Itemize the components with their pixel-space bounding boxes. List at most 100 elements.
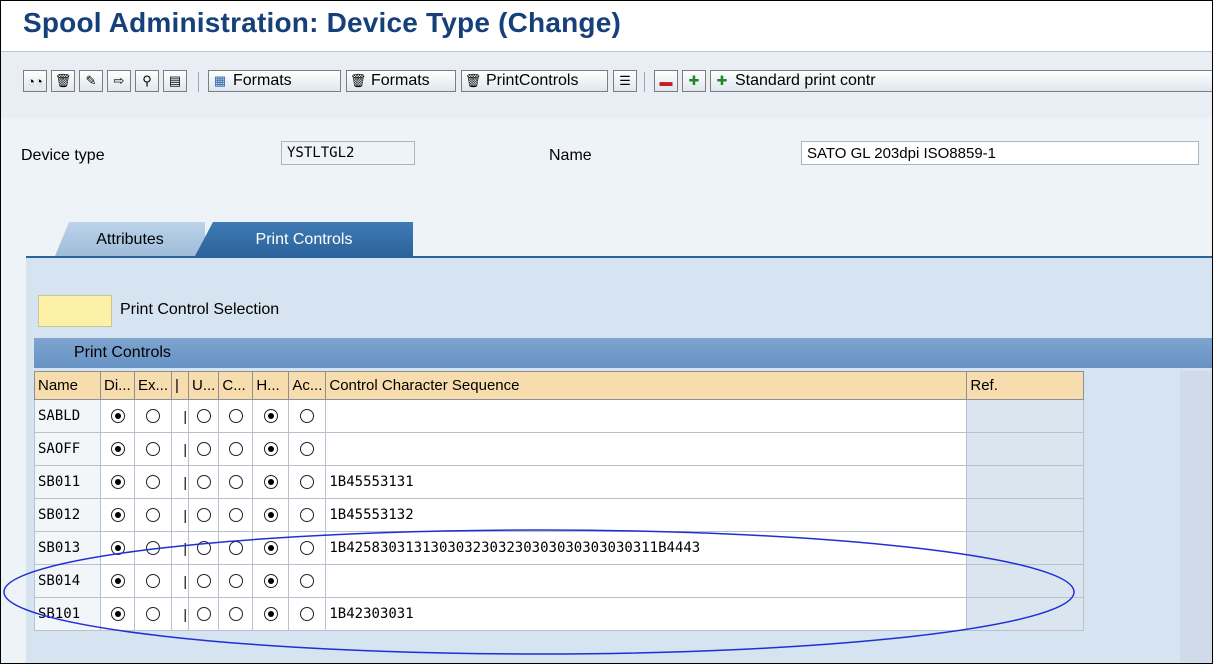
radio-button[interactable] [110, 574, 125, 588]
radio-button[interactable] [228, 475, 243, 489]
table-row[interactable]: SB013 | 1B42583031313030323032303030303030… [34, 531, 1085, 565]
radio-button[interactable] [146, 475, 160, 489]
radio-button[interactable] [263, 475, 278, 489]
table-row[interactable]: SB101 | 1B42303031 [34, 597, 1085, 631]
radio-button[interactable] [228, 409, 243, 423]
radio-button[interactable] [228, 607, 243, 621]
radio-button[interactable] [263, 442, 278, 456]
radio-cell-ex[interactable] [133, 399, 173, 433]
radio-button[interactable] [146, 541, 160, 555]
reference-cell[interactable] [966, 498, 1085, 532]
radio-button[interactable] [300, 508, 315, 522]
control-sequence-cell[interactable]: 1B45553132 [325, 498, 968, 532]
radio-cell-ex[interactable] [133, 564, 173, 598]
table-row[interactable]: SB011 | 1B45553131 [34, 465, 1085, 499]
radio-button[interactable] [263, 541, 278, 555]
radio-cell-c[interactable] [218, 465, 254, 499]
row-name-cell[interactable]: SB011 [34, 465, 101, 499]
row-name-cell[interactable]: SAOFF [34, 432, 101, 466]
control-sequence-cell[interactable]: 1B4258303131303032303230303030303030311B… [325, 531, 968, 565]
column-header-name[interactable]: Name [34, 371, 101, 400]
radio-button[interactable] [196, 508, 211, 522]
radio-button[interactable] [110, 607, 125, 621]
radio-button[interactable] [110, 508, 125, 522]
row-name-cell[interactable]: SB014 [34, 564, 101, 598]
tab-attributes[interactable]: Attributes [55, 222, 205, 256]
display-button[interactable]: ◔◔ [23, 70, 47, 92]
radio-button[interactable] [228, 442, 243, 456]
radio-button[interactable] [263, 409, 278, 423]
radio-button[interactable] [300, 541, 315, 555]
delete-print-controls-button[interactable]: 🗑 PrintControls [461, 70, 608, 92]
radio-cell-c[interactable] [218, 564, 254, 598]
radio-cell-di[interactable] [100, 498, 135, 532]
radio-cell-di[interactable] [100, 531, 135, 565]
radio-button[interactable] [196, 475, 211, 489]
table-row[interactable]: SB014 | [34, 564, 1085, 598]
where-used-button[interactable]: ⚲ [135, 70, 159, 92]
table-row[interactable]: SABLD | [34, 399, 1085, 433]
radio-button[interactable] [196, 442, 211, 456]
radio-cell-di[interactable] [100, 465, 135, 499]
radio-button[interactable] [146, 442, 160, 456]
details-button[interactable]: ☰ [613, 70, 637, 92]
radio-cell-c[interactable] [218, 399, 254, 433]
radio-button[interactable] [146, 574, 160, 588]
reference-cell[interactable] [966, 465, 1085, 499]
radio-button[interactable] [146, 508, 160, 522]
radio-cell-h[interactable] [252, 531, 290, 565]
radio-cell-di[interactable] [100, 597, 135, 631]
reference-cell[interactable] [966, 564, 1085, 598]
radio-button[interactable] [146, 607, 160, 621]
radio-cell-ex[interactable] [133, 465, 173, 499]
radio-cell-h[interactable] [252, 432, 290, 466]
standard-print-controls-button[interactable]: ✚ Standard print contr [710, 70, 1212, 92]
radio-cell-di[interactable] [100, 564, 135, 598]
control-sequence-cell[interactable]: 1B45553131 [325, 465, 968, 499]
radio-button[interactable] [110, 541, 125, 555]
control-sequence-cell[interactable]: 1B42303031 [325, 597, 968, 631]
radio-button[interactable] [110, 409, 125, 423]
rename-button[interactable]: ✎ [79, 70, 103, 92]
radio-button[interactable] [196, 574, 211, 588]
radio-button[interactable] [228, 541, 243, 555]
delete-line-button[interactable]: ▬ [654, 70, 678, 92]
radio-cell-di[interactable] [100, 399, 135, 433]
row-name-cell[interactable]: SB012 [34, 498, 101, 532]
radio-cell-u[interactable] [188, 597, 220, 631]
control-sequence-cell[interactable] [325, 399, 968, 433]
row-name-cell[interactable]: SB101 [34, 597, 101, 631]
radio-cell-h[interactable] [252, 465, 290, 499]
radio-cell-h[interactable] [252, 564, 290, 598]
reference-cell[interactable] [966, 399, 1085, 433]
radio-cell-c[interactable] [218, 432, 254, 466]
control-sequence-cell[interactable] [325, 564, 968, 598]
radio-button[interactable] [263, 574, 278, 588]
radio-button[interactable] [263, 508, 278, 522]
table-row[interactable]: SAOFF | [34, 432, 1085, 466]
column-header-c[interactable]: C... [218, 371, 254, 400]
radio-button[interactable] [196, 409, 211, 423]
column-header-sequence[interactable]: Control Character Sequence [325, 371, 968, 400]
radio-cell-c[interactable] [218, 498, 254, 532]
radio-button[interactable] [146, 409, 160, 423]
radio-cell-ac[interactable] [288, 432, 327, 466]
radio-cell-c[interactable] [218, 597, 254, 631]
name-field[interactable]: SATO GL 203dpi ISO8859-1 [801, 141, 1199, 165]
radio-button[interactable] [228, 574, 243, 588]
radio-cell-ac[interactable] [288, 399, 327, 433]
column-header-h[interactable]: H... [252, 371, 290, 400]
radio-button[interactable] [300, 475, 315, 489]
column-header-ac[interactable]: Ac... [288, 371, 327, 400]
radio-button[interactable] [110, 442, 125, 456]
column-header-sep[interactable]: | [171, 371, 190, 400]
radio-cell-ac[interactable] [288, 597, 327, 631]
radio-cell-ex[interactable] [133, 498, 173, 532]
reference-cell[interactable] [966, 597, 1085, 631]
delete-button[interactable]: 🗑 [51, 70, 75, 92]
radio-cell-ex[interactable] [133, 531, 173, 565]
radio-cell-h[interactable] [252, 597, 290, 631]
radio-cell-ex[interactable] [133, 432, 173, 466]
row-name-cell[interactable]: SB013 [34, 531, 101, 565]
tab-print-controls[interactable]: Print Controls [195, 222, 413, 256]
